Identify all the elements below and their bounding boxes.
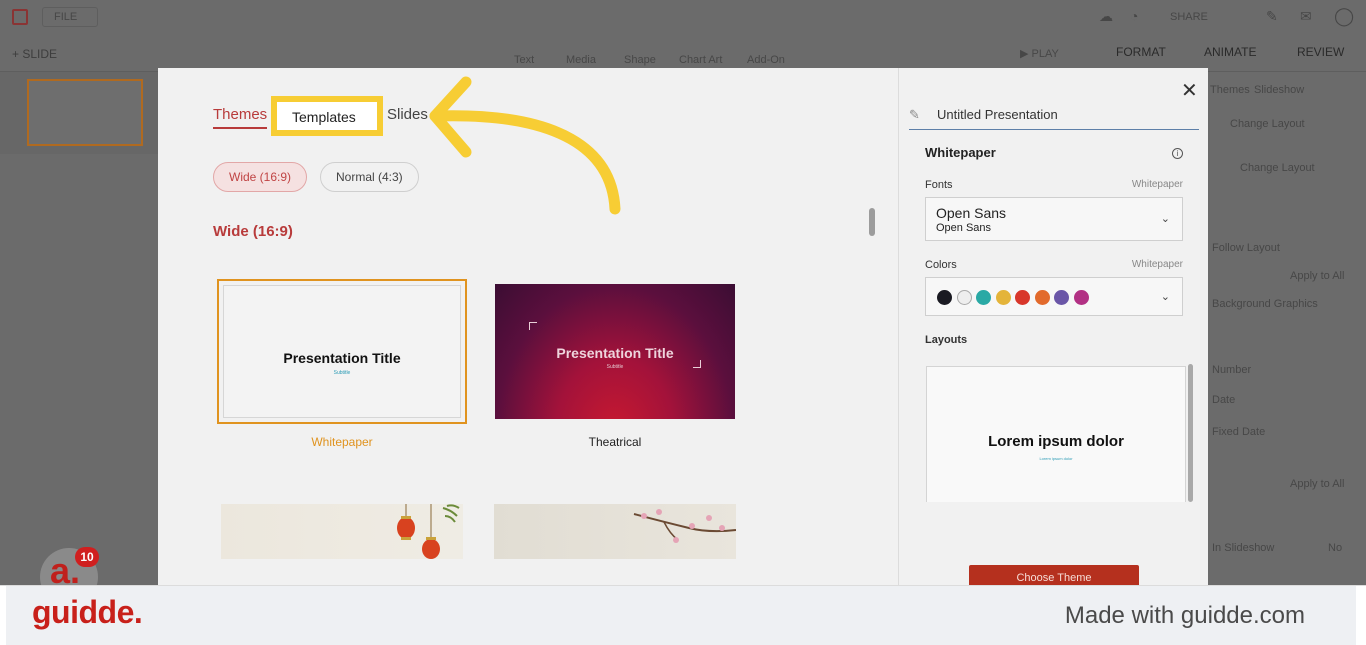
number-label: Number bbox=[1212, 364, 1252, 376]
colors-label: Colors bbox=[925, 259, 957, 271]
color-swatch bbox=[956, 290, 972, 305]
pencil-icon: ✎ bbox=[909, 107, 920, 122]
theme-dialog: Themes Slides Templates Wide (16:9) Norm… bbox=[158, 68, 1208, 589]
guidde-logo[interactable]: guidde. bbox=[32, 594, 143, 631]
add-slide-label: SLIDE bbox=[22, 47, 58, 61]
lantern-illustration-icon bbox=[397, 504, 460, 559]
fonts-hint: Whitepaper bbox=[1131, 179, 1183, 190]
file-menu-label: FILE bbox=[54, 11, 78, 23]
gallery-scrollbar[interactable] bbox=[869, 208, 875, 236]
tab-templates[interactable]: Templates bbox=[292, 109, 356, 125]
layouts-scrollbar[interactable] bbox=[1188, 364, 1193, 502]
color-swatch bbox=[995, 290, 1011, 305]
tab-slides[interactable]: Slides bbox=[387, 106, 428, 123]
play-label: PLAY bbox=[1031, 48, 1059, 60]
cloud-icon[interactable]: ☁ bbox=[1099, 8, 1113, 25]
megaphone-icon[interactable]: ✎ bbox=[1266, 8, 1278, 25]
avatar-icon[interactable]: ◯ bbox=[1334, 6, 1354, 27]
selected-theme-name: Whitepaper bbox=[925, 145, 996, 160]
preview-subtitle: Subtitle bbox=[606, 364, 624, 370]
layout-title: Lorem ipsum dolor bbox=[988, 433, 1124, 450]
preview-title: Presentation Title bbox=[283, 350, 401, 366]
color-swatch bbox=[1054, 290, 1069, 305]
app-toolbar: + SLIDE Text Media Shape Chart Art Add-O… bbox=[0, 36, 1366, 72]
change-layout-select[interactable]: Change Layout bbox=[1240, 162, 1315, 174]
change-layout-label: Change Layout bbox=[1230, 118, 1305, 130]
ratio-wide-button[interactable]: Wide (16:9) bbox=[213, 162, 308, 192]
badge-count: 10 bbox=[75, 547, 99, 567]
preview-subtitle: Subtitle bbox=[333, 370, 351, 376]
background-graphics-label: Background Graphics bbox=[1212, 298, 1318, 310]
chevron-down-icon: ⌄ bbox=[1160, 291, 1170, 303]
font-heading: Open Sans bbox=[936, 205, 1007, 221]
theme-card-blossom[interactable] bbox=[494, 504, 736, 559]
font-body: Open Sans bbox=[936, 222, 992, 234]
footer-bar: guidde. Made with guidde.com bbox=[6, 586, 1356, 645]
color-swatch bbox=[976, 290, 991, 305]
tab-animate[interactable]: ANIMATE bbox=[1204, 45, 1256, 59]
presentation-name-field[interactable]: ✎ Untitled Presentation bbox=[909, 104, 1199, 130]
toolbar-shape[interactable]: Shape bbox=[624, 54, 656, 66]
close-icon[interactable]: ✕ bbox=[1181, 78, 1198, 103]
slideshow-toggle[interactable]: No bbox=[1328, 542, 1342, 554]
tab-templates-highlight[interactable]: Templates bbox=[271, 96, 383, 136]
apply-to-all-link[interactable]: Apply to All bbox=[1290, 270, 1344, 282]
app-logo-icon[interactable] bbox=[12, 9, 28, 25]
theme-card-theatrical[interactable]: Presentation Title Subtitle bbox=[495, 284, 735, 419]
theme-card-lantern[interactable] bbox=[221, 504, 463, 559]
format-panel: Themes Slideshow Change Layout Change La… bbox=[1208, 72, 1366, 585]
theme-preview: Presentation Title Subtitle bbox=[223, 285, 461, 418]
share-button[interactable]: SHARE bbox=[1170, 11, 1208, 23]
toolbar-text[interactable]: Text bbox=[514, 54, 534, 66]
theme-settings-panel: ✕ ✎ Untitled Presentation Whitepaper i F… bbox=[898, 68, 1208, 589]
tab-themes[interactable]: Themes bbox=[213, 106, 268, 129]
color-swatch bbox=[1034, 290, 1050, 305]
color-swatch bbox=[1015, 290, 1030, 305]
subtab-slideshow[interactable]: Slideshow bbox=[1254, 84, 1304, 96]
subtab-themes[interactable]: Themes bbox=[1210, 84, 1250, 96]
mail-icon[interactable]: ✉ bbox=[1300, 8, 1312, 25]
fixed-date-select[interactable]: Fixed Date bbox=[1212, 426, 1265, 438]
clock-icon[interactable]: ◔ bbox=[1130, 8, 1138, 24]
toolbar-chart-art[interactable]: Chart Art bbox=[679, 54, 722, 66]
presentation-name[interactable]: Untitled Presentation bbox=[937, 107, 1058, 122]
theme-card-whitepaper[interactable]: Presentation Title Subtitle bbox=[217, 279, 467, 424]
fonts-select[interactable]: Open Sans Open Sans ⌄ bbox=[925, 197, 1183, 241]
theme-label-whitepaper[interactable]: Whitepaper bbox=[217, 435, 467, 449]
ratio-normal-button[interactable]: Normal (4:3) bbox=[320, 162, 419, 192]
frame-corner-icon bbox=[529, 322, 537, 330]
apply-to-all-link-2[interactable]: Apply to All bbox=[1290, 478, 1344, 490]
blossom-branch-icon bbox=[633, 509, 736, 543]
add-slide-button[interactable]: + SLIDE bbox=[12, 47, 57, 61]
info-icon[interactable]: i bbox=[1172, 148, 1183, 159]
in-slideshow-label: In Slideshow bbox=[1212, 542, 1275, 554]
made-with-text[interactable]: Made with guidde.com bbox=[1065, 602, 1305, 630]
fonts-label: Fonts bbox=[925, 179, 953, 191]
follow-layout-select[interactable]: Follow Layout bbox=[1212, 242, 1280, 254]
colors-select[interactable]: ⌄ bbox=[925, 277, 1183, 316]
app-top-bar: FILE ☁ ◔ SHARE ✎ ✉ ◯ bbox=[0, 0, 1366, 36]
tab-review[interactable]: REVIEW bbox=[1297, 45, 1344, 59]
play-button[interactable]: ▶ PLAY bbox=[1020, 47, 1059, 60]
date-label: Date bbox=[1212, 394, 1236, 406]
chevron-down-icon: ⌄ bbox=[1160, 213, 1170, 225]
toolbar-media[interactable]: Media bbox=[566, 54, 596, 66]
layout-preview[interactable]: Lorem ipsum dolor Lorem ipsum dolor bbox=[926, 366, 1186, 502]
color-swatch bbox=[1073, 290, 1089, 305]
theme-gallery: Themes Slides Templates Wide (16:9) Norm… bbox=[158, 68, 898, 585]
section-title: Wide (16:9) bbox=[213, 223, 293, 240]
slide-thumbnail[interactable] bbox=[27, 79, 143, 146]
preview-title: Presentation Title bbox=[556, 345, 674, 361]
toolbar-add-on[interactable]: Add-On bbox=[747, 54, 785, 66]
tab-format[interactable]: FORMAT bbox=[1116, 45, 1166, 59]
theme-label-theatrical[interactable]: Theatrical bbox=[495, 435, 735, 449]
layout-subtitle: Lorem ipsum dolor bbox=[1039, 456, 1073, 461]
color-swatch bbox=[937, 290, 952, 305]
layouts-label: Layouts bbox=[925, 334, 968, 346]
guidde-footer: guidde. Made with guidde.com bbox=[0, 585, 1366, 645]
colors-hint: Whitepaper bbox=[1131, 259, 1183, 270]
